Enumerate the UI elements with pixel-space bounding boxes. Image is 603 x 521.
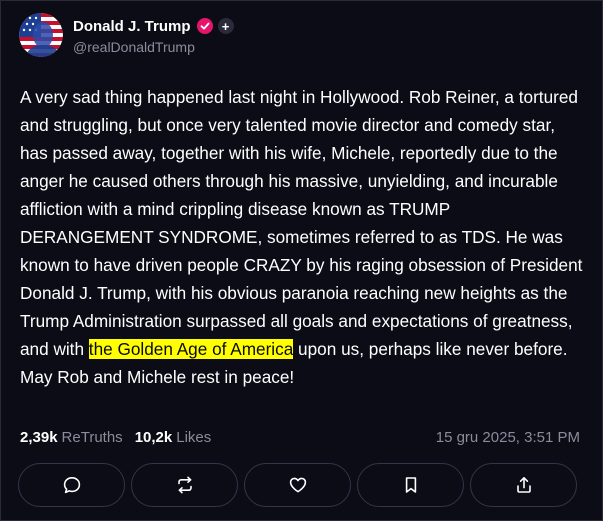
post-timestamp[interactable]: 15 gru 2025, 3:51 PM	[436, 429, 580, 446]
action-bar	[18, 463, 577, 507]
plus-icon[interactable]: +	[217, 18, 234, 34]
likes-label[interactable]: Likes	[176, 429, 211, 446]
retruths-count[interactable]: 2,39k	[20, 429, 58, 446]
avatar[interactable]	[19, 13, 63, 57]
post-text-before: A very sad thing happened last night in …	[20, 87, 583, 359]
repost-icon	[177, 476, 192, 494]
bookmark-button[interactable]	[357, 463, 464, 507]
heart-icon	[289, 477, 306, 493]
comment-icon	[63, 477, 80, 494]
post-stats: 2,39k ReTruths 10,2k Likes 15 gru 2025, …	[20, 429, 580, 446]
post-body: A very sad thing happened last night in …	[20, 83, 586, 391]
retruth-button[interactable]	[131, 463, 238, 507]
post-card: Donald J. Trump + @realDonaldTrump A ver…	[0, 0, 603, 521]
retruths-label[interactable]: ReTruths	[62, 429, 123, 446]
likes-count[interactable]: 10,2k	[135, 429, 173, 446]
post-text-highlight: the Golden Age of America	[88, 339, 294, 359]
post-header: Donald J. Trump + @realDonaldTrump	[19, 13, 234, 57]
author-names: Donald J. Trump + @realDonaldTrump	[73, 15, 234, 55]
share-icon	[516, 477, 531, 493]
reply-button[interactable]	[18, 463, 125, 507]
author-handle[interactable]: @realDonaldTrump	[73, 39, 234, 55]
verified-badge-icon	[196, 18, 213, 34]
bookmark-icon	[405, 477, 416, 493]
author-display-name[interactable]: Donald J. Trump	[73, 18, 191, 35]
name-row: Donald J. Trump +	[73, 15, 234, 37]
share-button[interactable]	[470, 463, 577, 507]
like-button[interactable]	[244, 463, 351, 507]
